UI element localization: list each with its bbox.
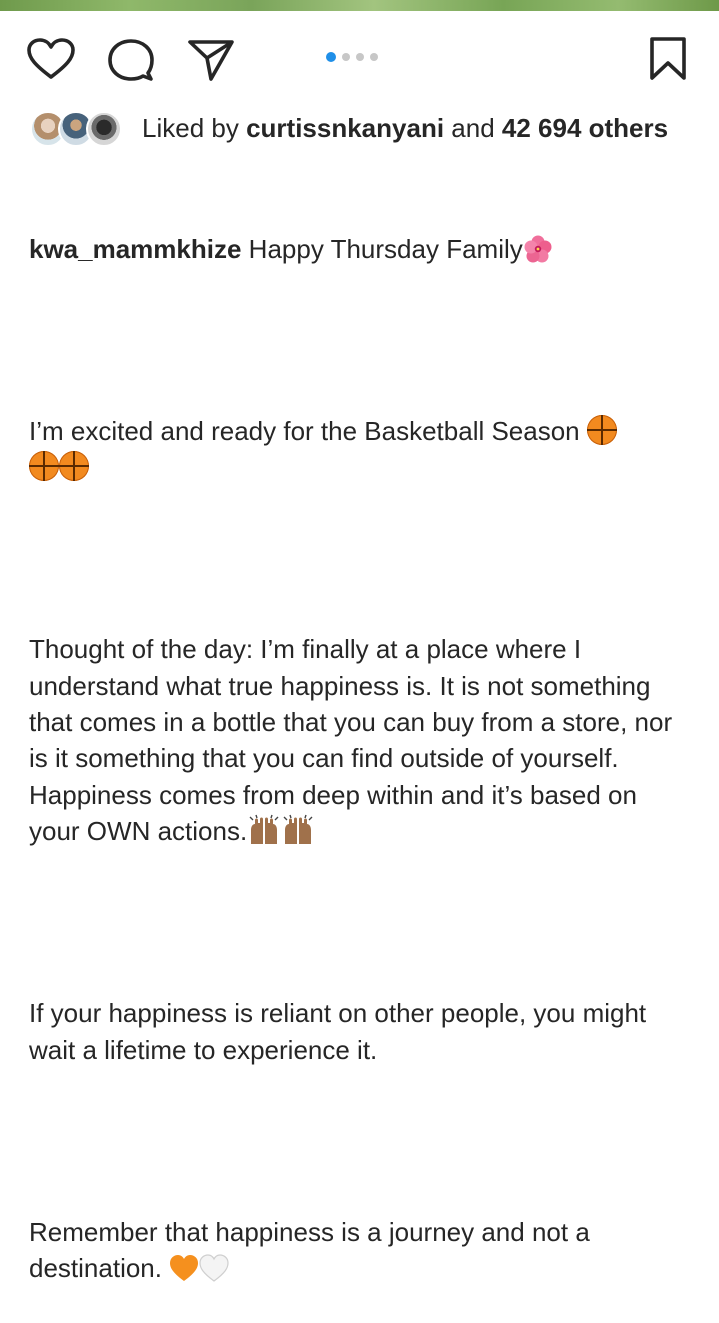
likes-prefix: Liked by <box>142 113 247 143</box>
paper-plane-icon[interactable] <box>187 38 235 82</box>
hibiscus-icon <box>524 235 552 263</box>
carousel-dot <box>370 53 378 61</box>
likes-count-link[interactable]: 42 694 others <box>502 113 668 143</box>
caption-thought-text: Thought of the day: I’m finally at a pla… <box>29 634 680 847</box>
raising-hands-icon <box>283 815 313 845</box>
raising-hands-icon <box>249 815 279 845</box>
likes-middle: and <box>444 113 502 143</box>
basketball-icon <box>29 451 59 482</box>
caption-paragraph-2: I’m excited and ready for the Basketball… <box>29 413 694 486</box>
likes-summary[interactable]: Liked by curtissnkanyani and 42 694 othe… <box>30 107 700 149</box>
caption-paragraph-5: Remember that happiness is a journey and… <box>29 1214 694 1287</box>
post-caption: kwa_mammkhize Happy Thursday Family I’m … <box>29 158 694 1323</box>
basketball-icon <box>59 451 89 482</box>
basketball-icon <box>586 414 617 445</box>
caption-reliance-text: If your happiness is reliant on other pe… <box>29 998 654 1065</box>
carousel-dot <box>356 53 364 61</box>
white-heart-icon <box>199 1254 229 1282</box>
carousel-dot <box>326 52 336 62</box>
avatar[interactable] <box>86 111 122 147</box>
comment-bubble-icon[interactable] <box>108 38 154 82</box>
post-action-bar <box>0 26 719 86</box>
caption-paragraph-3: Thought of the day: I’m finally at a pla… <box>29 631 694 849</box>
orange-heart-icon <box>170 1255 199 1282</box>
caption-paragraph-4: If your happiness is reliant on other pe… <box>29 995 694 1068</box>
caption-line-1: kwa_mammkhize Happy Thursday Family <box>29 231 694 267</box>
caption-greeting: Happy Thursday Family <box>241 233 523 264</box>
liker-username-link[interactable]: curtissnkanyani <box>246 113 444 143</box>
post-image-edge <box>0 0 719 11</box>
bookmark-icon[interactable] <box>648 36 688 82</box>
liker-avatars[interactable] <box>30 109 126 147</box>
caption-journey-text: Remember that happiness is a journey and… <box>29 1216 598 1284</box>
carousel-indicator <box>326 51 378 63</box>
author-username-link[interactable]: kwa_mammkhize <box>29 234 241 264</box>
likes-text: Liked by curtissnkanyani and 42 694 othe… <box>142 108 668 148</box>
caption-basketball-text: I’m excited and ready for the Basketball… <box>29 415 587 446</box>
heart-icon[interactable] <box>27 38 75 80</box>
carousel-dot <box>342 53 350 61</box>
